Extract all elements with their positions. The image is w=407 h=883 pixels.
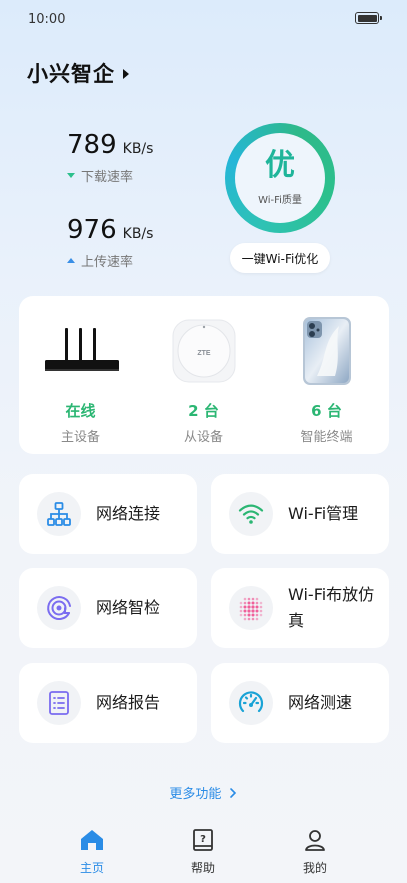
bottom-tab-bar: 主页 ? 帮助 我的: [0, 822, 407, 883]
network-topology-icon: [47, 502, 71, 526]
tab-profile-label: 我的: [302, 861, 327, 875]
terminal-count: 6 台: [311, 402, 342, 420]
tab-help-label: 帮助: [190, 861, 215, 875]
help-book-icon: ?: [193, 829, 213, 851]
wifi-simulation-card[interactable]: Wi-Fi布放仿真: [211, 568, 389, 648]
terminal-label: 智能终端: [300, 430, 353, 445]
wifi-quality-gauge[interactable]: 优 Wi-Fi质量: [225, 123, 335, 233]
sub-device[interactable]: ZTE 2 台 从设备: [142, 296, 265, 454]
upload-unit: KB/s: [122, 226, 154, 242]
wifi-quality-label: Wi-Fi质量: [258, 194, 302, 206]
tab-home-label: 主页: [79, 861, 104, 875]
download-label: 下载速率: [81, 170, 134, 185]
site-selector[interactable]: 小兴智企: [27, 58, 129, 88]
wifi-management-card[interactable]: Wi-Fi管理: [211, 474, 389, 554]
main-device-label: 主设备: [60, 430, 100, 445]
network-connection-card[interactable]: 网络连接: [19, 474, 197, 554]
tab-home[interactable]: 主页: [62, 828, 122, 876]
smartphone-icon: [302, 317, 351, 385]
network-report-label: 网络报告: [96, 693, 161, 712]
upload-label: 上传速率: [81, 255, 134, 270]
wifi-quality-grade: 优: [265, 147, 295, 183]
ap-brand-text: ZTE: [197, 350, 211, 357]
user-icon: [305, 830, 325, 851]
network-inspection-card[interactable]: 网络智检: [19, 568, 197, 648]
scan-icon: [47, 596, 71, 620]
report-icon: [49, 691, 69, 715]
main-device[interactable]: 在线 主设备: [19, 296, 142, 454]
more-features-label: 更多功能: [169, 787, 222, 802]
upload-speed: 976 KB/s 上传速率: [67, 215, 153, 270]
devices-card: 在线 主设备 ZTE 2 台 从设备 6 台 智能终端: [19, 296, 389, 454]
tab-profile[interactable]: 我的: [285, 828, 345, 876]
battery-icon: [355, 12, 382, 24]
speedometer-icon: [238, 691, 264, 713]
speed-test-label: 网络测速: [288, 693, 353, 712]
svg-text:?: ?: [200, 834, 206, 845]
status-bar: 10:00: [0, 0, 407, 40]
more-features-link[interactable]: 更多功能: [0, 783, 407, 802]
upload-arrow-icon: [67, 258, 75, 263]
download-value: 789: [67, 130, 117, 160]
router-icon: [44, 328, 119, 371]
sub-device-label: 从设备: [183, 430, 223, 445]
download-unit: KB/s: [122, 141, 154, 157]
download-speed: 789 KB/s 下载速率: [67, 130, 153, 185]
tab-help[interactable]: ? 帮助: [173, 828, 233, 876]
upload-value: 976: [67, 215, 117, 245]
status-time: 10:00: [28, 12, 66, 27]
network-inspection-label: 网络智检: [96, 598, 161, 617]
wifi-optimize-button[interactable]: 一键Wi-Fi优化: [230, 243, 330, 273]
wifi-simulation-label: Wi-Fi布放仿真: [288, 585, 375, 630]
site-title: 小兴智企: [27, 62, 115, 86]
main-device-status: 在线: [65, 402, 96, 420]
heatmap-dots-icon: [239, 597, 263, 621]
network-report-card[interactable]: 网络报告: [19, 663, 197, 743]
smart-terminal[interactable]: 6 台 智能终端: [265, 296, 388, 454]
access-point-icon: ZTE: [172, 319, 235, 383]
download-arrow-icon: [67, 173, 75, 178]
home-icon: [81, 830, 103, 850]
speed-test-card[interactable]: 网络测速: [211, 663, 389, 743]
caret-right-icon: [123, 69, 129, 79]
sub-device-count: 2 台: [188, 402, 219, 420]
network-connection-label: 网络连接: [96, 504, 161, 523]
wifi-icon: [238, 504, 264, 524]
wifi-management-label: Wi-Fi管理: [288, 504, 359, 523]
chevron-right-icon: [229, 787, 236, 798]
